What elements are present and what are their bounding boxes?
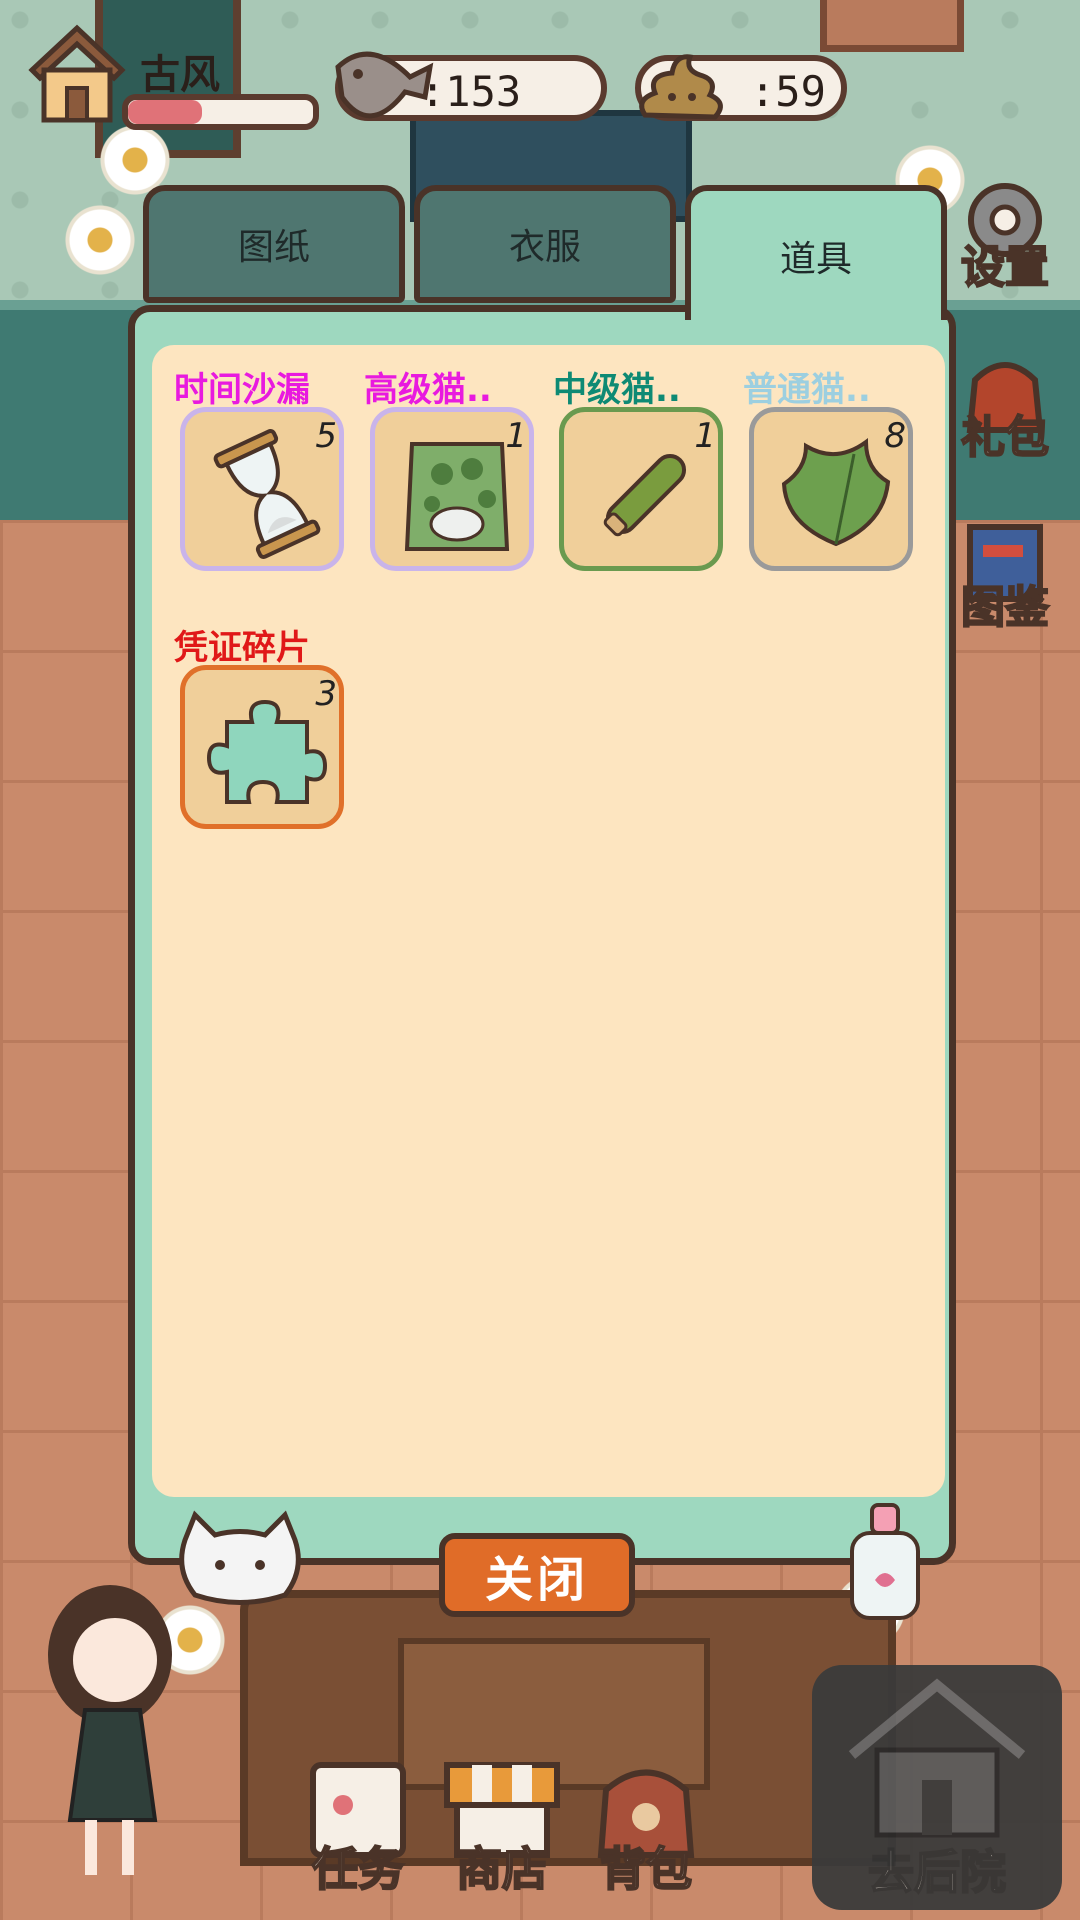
item-name: 时间沙漏 — [174, 370, 310, 410]
collection-button[interactable]: 图鉴 — [950, 515, 1060, 635]
item-slot[interactable]: 1 — [559, 407, 723, 571]
poop-count: :59 — [750, 67, 826, 116]
settings-label: 设置 — [960, 241, 1050, 294]
settings-button[interactable]: 设置 — [950, 175, 1060, 295]
item-slot[interactable]: 3 — [180, 665, 344, 829]
gift-pack-label: 礼包 — [960, 411, 1050, 464]
level-progress-bar — [122, 94, 319, 130]
item-count: 1 — [505, 416, 527, 456]
bottle-icon — [850, 1503, 920, 1620]
shop-label: 商店 — [455, 1841, 549, 1897]
item-name: 高级猫.. — [364, 370, 492, 410]
fish-count: :153 — [420, 67, 522, 116]
bag-button[interactable]: 背包 — [576, 1755, 716, 1905]
item-name: 中级猫.. — [553, 370, 681, 410]
backyard-button[interactable]: 去后院 — [812, 1665, 1062, 1910]
gift-pack-button[interactable]: 礼包 — [950, 345, 1060, 465]
tab-props[interactable]: 道具 — [685, 185, 947, 320]
home-icon[interactable] — [22, 20, 132, 130]
item-name: 凭证碎片 — [174, 628, 310, 668]
picture-frame — [820, 0, 964, 52]
flower-decoration — [60, 200, 140, 280]
bag-label: 背包 — [599, 1841, 693, 1897]
house-icon — [848, 1678, 1026, 1838]
close-button[interactable]: 关闭 — [439, 1533, 635, 1617]
tab-clothes[interactable]: 衣服 — [414, 185, 676, 303]
task-label: 任务 — [311, 1841, 405, 1897]
collection-label: 图鉴 — [960, 581, 1050, 634]
poop-icon — [639, 54, 723, 120]
item-count: 5 — [315, 416, 337, 456]
cat-face-icon — [179, 1510, 301, 1605]
item-slot[interactable]: 1 — [370, 407, 534, 571]
tab-blueprints[interactable]: 图纸 — [143, 185, 405, 303]
item-count: 3 — [315, 674, 337, 714]
shop-button[interactable]: 商店 — [432, 1755, 572, 1905]
backyard-label: 去后院 — [867, 1844, 1007, 1900]
item-slot[interactable]: 5 — [180, 407, 344, 571]
username: 古风 — [140, 52, 220, 98]
item-slot[interactable]: 8 — [749, 407, 913, 571]
item-name: 普通猫.. — [743, 370, 871, 410]
item-count: 8 — [884, 416, 906, 456]
task-button[interactable]: 任务 — [288, 1755, 428, 1905]
item-count: 1 — [694, 416, 716, 456]
level-progress-fill — [128, 100, 202, 124]
player-character — [48, 1585, 172, 1875]
